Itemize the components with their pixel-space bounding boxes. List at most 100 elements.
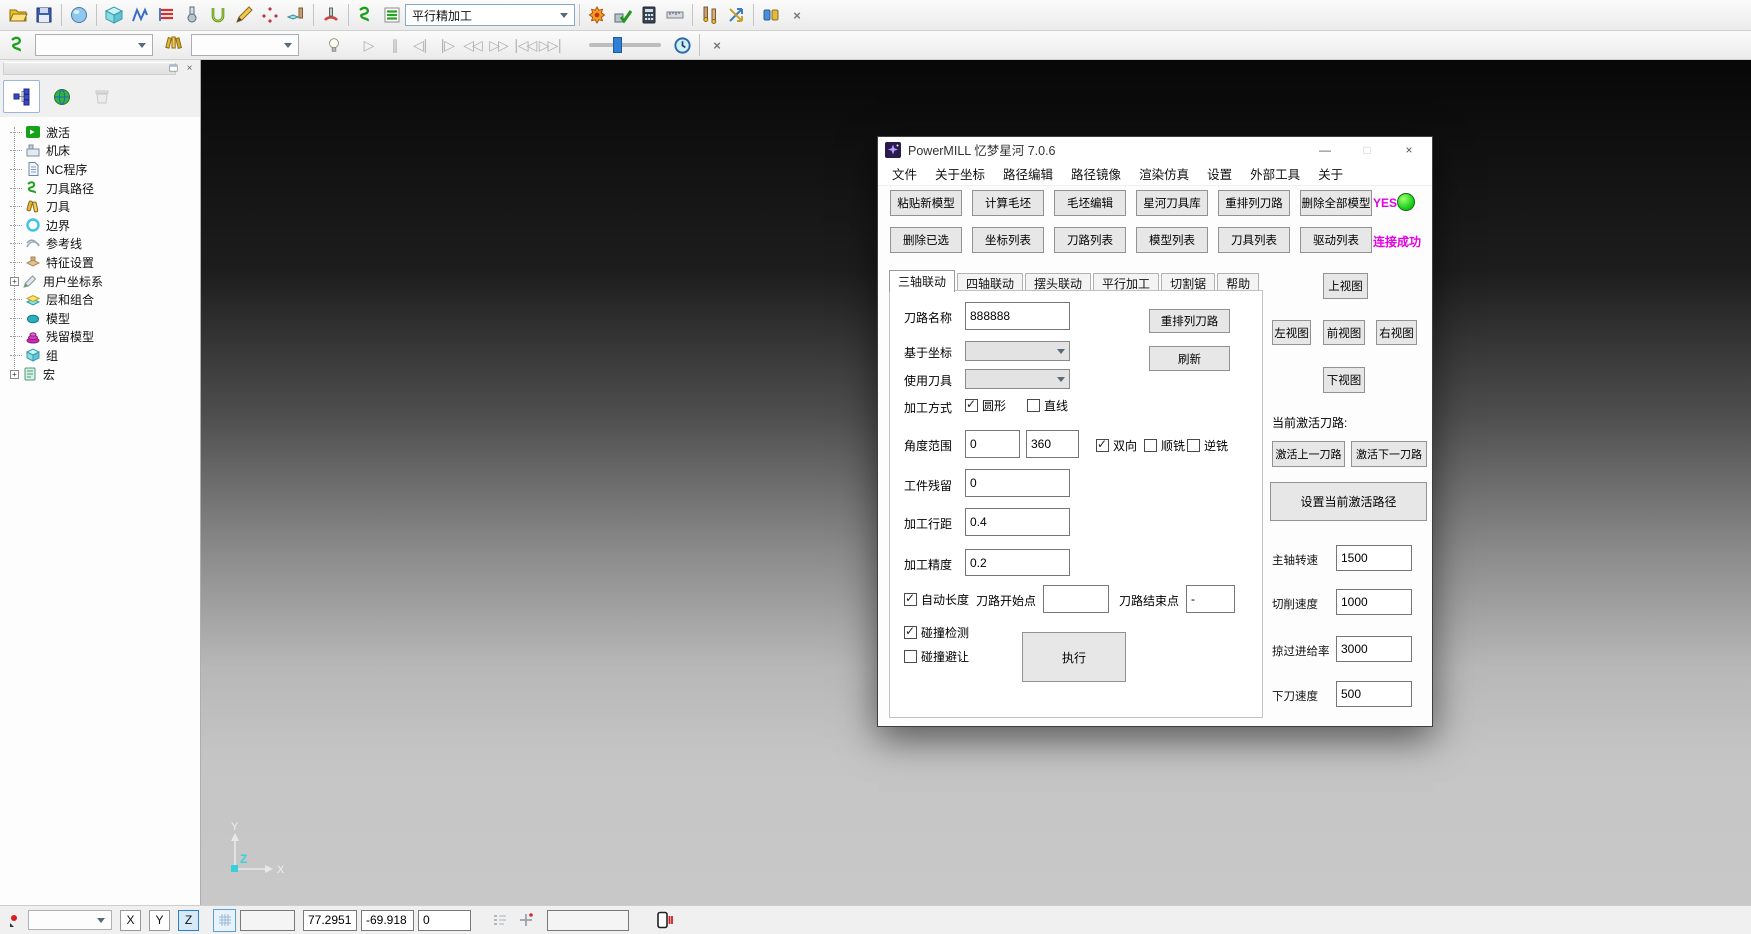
tree-item-groups[interactable]: 组 <box>8 346 200 365</box>
tool-holder-icon[interactable] <box>283 2 309 28</box>
view-left-button[interactable]: 左视图 <box>1272 320 1311 345</box>
menu-external-tools[interactable]: 外部工具 <box>1241 164 1309 183</box>
checkbox[interactable] <box>1144 439 1157 452</box>
activate-prev-toolpath-button[interactable]: 激活上一刀路 <box>1272 441 1345 467</box>
view-right-button[interactable]: 右视图 <box>1376 320 1417 345</box>
slider-handle[interactable] <box>613 37 622 53</box>
axis-z-button[interactable]: Z <box>178 910 199 931</box>
checkbox[interactable] <box>1027 399 1040 412</box>
float-panel-icon[interactable] <box>167 62 180 74</box>
stock-remain-input[interactable] <box>965 469 1070 497</box>
spindle-speed-input[interactable] <box>1336 545 1412 571</box>
expand-icon[interactable]: + <box>10 370 19 379</box>
pause-icon[interactable]: ∥ <box>381 37 407 54</box>
toolpath-icon[interactable] <box>353 2 379 28</box>
tool-verify-icon[interactable] <box>610 2 636 28</box>
ball-tool-icon[interactable] <box>179 2 205 28</box>
set-active-path-button[interactable]: 设置当前激活路径 <box>1270 482 1427 521</box>
toolpath-select[interactable] <box>35 34 153 56</box>
menu-path-mirror[interactable]: 路径镜像 <box>1062 164 1130 183</box>
angle-from-input[interactable] <box>965 430 1020 458</box>
paste-model-button[interactable]: 粘贴新模型 <box>890 190 962 216</box>
delete-all-models-button[interactable]: 删除全部模型 <box>1300 190 1372 216</box>
u-channel-icon[interactable] <box>205 2 231 28</box>
grid-toggle-button[interactable] <box>213 909 236 932</box>
calc-stock-button[interactable]: 计算毛坯 <box>972 190 1044 216</box>
coord-list-button[interactable]: 坐标列表 <box>972 227 1044 253</box>
menu-coords[interactable]: 关于坐标 <box>926 164 994 183</box>
play-icon[interactable]: ▷ <box>355 37 381 54</box>
minimize-button[interactable]: — <box>1304 138 1346 162</box>
stock-edit-button[interactable]: 毛坯编辑 <box>1054 190 1126 216</box>
execute-button[interactable]: 执行 <box>1022 632 1126 682</box>
tree-item-patterns[interactable]: 参考线 <box>8 235 200 254</box>
xyz-list-icon[interactable] <box>487 907 513 933</box>
collision-avoid-checkbox[interactable]: 碰撞避让 <box>904 648 969 665</box>
ruler-icon[interactable] <box>662 2 688 28</box>
mode-line-checkbox[interactable]: 直线 <box>1027 397 1068 414</box>
axis-y-button[interactable]: Y <box>149 910 170 931</box>
menu-settings[interactable]: 设置 <box>1198 164 1241 183</box>
tab-explorer-globe[interactable] <box>43 80 80 113</box>
menu-about[interactable]: 关于 <box>1309 164 1352 183</box>
close-sim-toolbar-icon[interactable]: × <box>704 32 730 58</box>
refresh-button[interactable]: 刷新 <box>1149 346 1230 371</box>
checkbox[interactable] <box>904 650 917 663</box>
view-top-button[interactable]: 上视图 <box>1323 273 1368 299</box>
rearrange-toolpaths-button[interactable]: 重排列刀路 <box>1218 190 1290 216</box>
close-button[interactable]: × <box>1388 138 1430 162</box>
tree-item-activate[interactable]: 激活 <box>8 123 200 142</box>
bidirectional-checkbox[interactable]: 双向 <box>1096 437 1137 454</box>
speed-slider[interactable] <box>589 43 661 47</box>
transform-arrows-icon[interactable] <box>723 2 749 28</box>
plunge-feed-input[interactable] <box>1336 681 1412 707</box>
close-panel-icon[interactable]: × <box>183 62 196 74</box>
tool-select[interactable] <box>191 34 299 56</box>
coord-z-input[interactable] <box>418 910 471 931</box>
strategy-list-icon[interactable] <box>379 2 405 28</box>
rewind-icon[interactable]: ◁◁ <box>459 37 485 54</box>
toolpath-limit-icon[interactable] <box>127 2 153 28</box>
toolpath-icon[interactable] <box>5 32 31 58</box>
tree-item-levels-sets[interactable]: 层和组合 <box>8 290 200 309</box>
rearrange-button[interactable]: 重排列刀路 <box>1149 309 1230 333</box>
base-coord-select[interactable] <box>965 341 1070 361</box>
cutting-feed-input[interactable] <box>1336 589 1412 615</box>
skip-end-icon[interactable]: ▷▷∣ <box>537 37 563 54</box>
checkbox[interactable] <box>904 593 917 606</box>
levels-icon[interactable] <box>153 2 179 28</box>
mode-circle-checkbox[interactable]: 圆形 <box>965 397 1006 414</box>
model-list-button[interactable]: 模型列表 <box>1136 227 1208 253</box>
pause-device-icon[interactable] <box>651 907 677 933</box>
fast-forward-icon[interactable]: ▷▷ <box>485 37 511 54</box>
collision-check-checkbox[interactable]: 碰撞检测 <box>904 624 969 641</box>
drive-list-button[interactable]: 驱动列表 <box>1300 227 1372 253</box>
delete-selected-button[interactable]: 删除已选 <box>890 227 962 253</box>
tree-item-models[interactable]: 模型 <box>8 309 200 328</box>
view-front-button[interactable]: 前视图 <box>1323 320 1365 345</box>
activate-next-toolpath-button[interactable]: 激活下一刀路 <box>1351 441 1427 467</box>
checkbox[interactable] <box>1187 439 1200 452</box>
view-bottom-button[interactable]: 下视图 <box>1323 367 1365 393</box>
model-compare-icon[interactable] <box>758 2 784 28</box>
tree-item-boundaries[interactable]: 边界 <box>8 216 200 235</box>
save-icon[interactable] <box>31 2 57 28</box>
skip-start-icon[interactable]: ∣◁◁ <box>511 37 537 54</box>
tree-item-toolpaths[interactable]: 刀具路径 <box>8 179 200 198</box>
tree-item-tools[interactable]: 刀具 <box>8 197 200 216</box>
tool-list-button[interactable]: 刀具列表 <box>1218 227 1290 253</box>
snap-mode-select[interactable] <box>28 910 112 930</box>
end-point-input[interactable] <box>1186 585 1235 613</box>
clock-icon[interactable] <box>669 32 695 58</box>
auto-length-checkbox[interactable]: 自动长度 <box>904 591 969 608</box>
toolpath-name-input[interactable] <box>965 302 1070 330</box>
point-tool-icon[interactable] <box>2 907 28 933</box>
tree-item-stock-models[interactable]: 残留模型 <box>8 328 200 347</box>
draft-pencil-icon[interactable] <box>231 2 257 28</box>
tree-item-nc-programs[interactable]: NC程序 <box>8 160 200 179</box>
tool-multi-icon[interactable] <box>161 32 187 58</box>
tree-item-machine-tool[interactable]: 机床 <box>8 142 200 161</box>
points-icon[interactable] <box>257 2 283 28</box>
checkbox[interactable] <box>1096 439 1109 452</box>
maximize-button[interactable]: □ <box>1346 138 1388 162</box>
